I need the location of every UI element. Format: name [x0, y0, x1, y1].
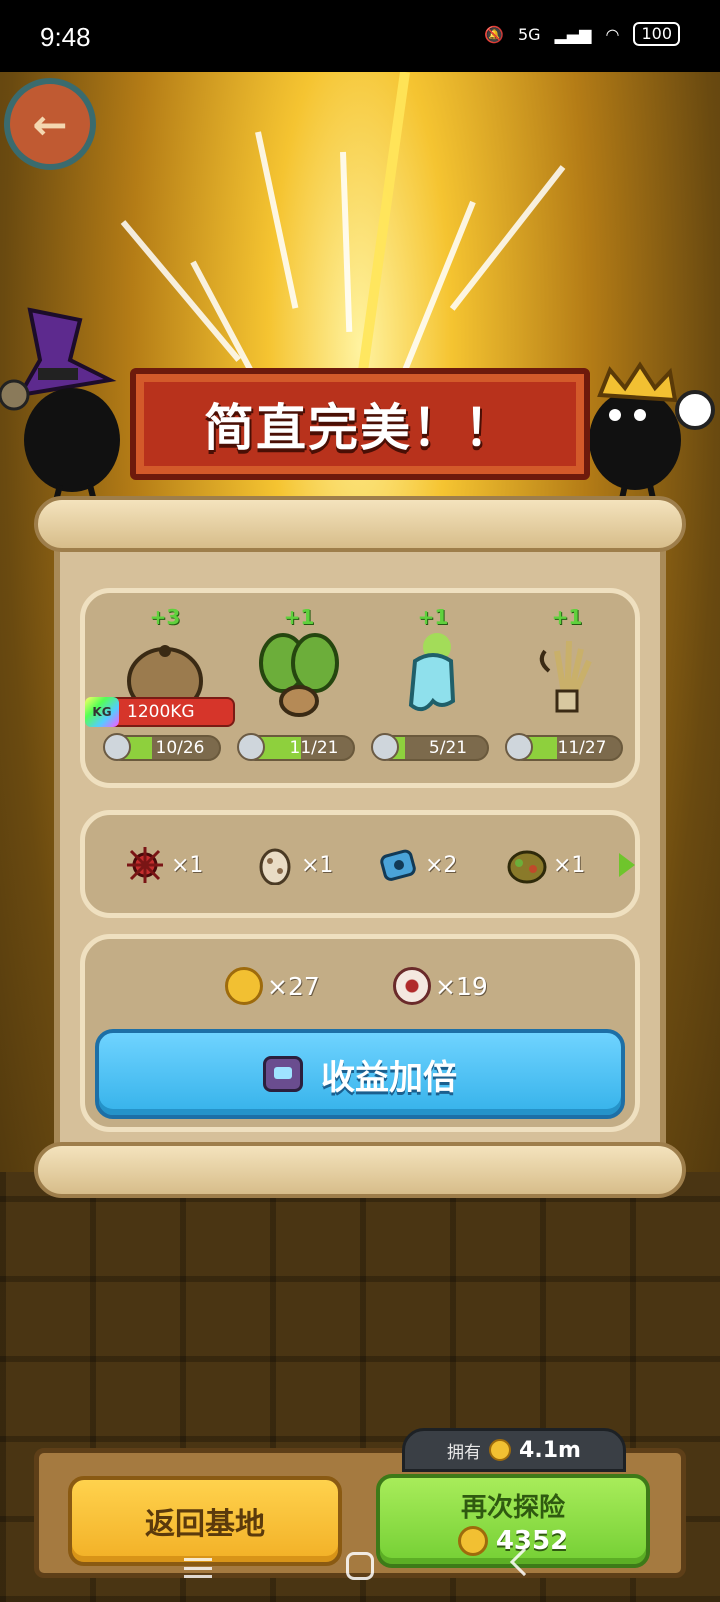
light-ray — [340, 151, 353, 332]
back-button[interactable]: ← — [4, 78, 96, 170]
status-icons: 🔕 5G ▂▄▆ ◠ 100 — [484, 22, 680, 46]
weight-value: 1200KG — [127, 702, 195, 722]
cactus-mandrake-icon — [259, 633, 339, 717]
double-rewards-button[interactable]: 收益加倍 — [95, 1029, 625, 1119]
ghost-radish-icon — [408, 633, 456, 712]
witch-hat-beetle-character — [0, 307, 120, 506]
reward-qty: ×27 — [267, 971, 320, 1001]
dropped-items-card: ×1 ×1 ×2 ×1 — [80, 810, 640, 918]
light-ray — [358, 72, 410, 370]
item-slot[interactable]: ×1 — [253, 845, 333, 885]
reward-slot: ×19 — [393, 967, 488, 1005]
eyeball-icon — [393, 967, 431, 1005]
explore-again-label: 再次探险 — [460, 1492, 565, 1523]
status-time: 9:48 — [40, 22, 91, 52]
item-qty: ×1 — [301, 852, 334, 878]
plant-count: 10/26 — [155, 738, 205, 758]
arrow-left-icon: ← — [32, 99, 68, 149]
plant-slot[interactable]: +1 11/27 — [505, 605, 629, 785]
banner-title: 简直完美！！ — [204, 399, 516, 457]
plant-bonus: +3 — [149, 605, 181, 629]
scroll-bottom-rod — [34, 1142, 686, 1198]
return-to-base-label: 返回基地 — [145, 1507, 265, 1542]
network-label: 5G — [517, 24, 541, 44]
blue-gear-ore-icon — [380, 849, 416, 881]
balance-value: 4.1m — [519, 1437, 581, 1463]
next-arrow-icon[interactable] — [619, 853, 635, 877]
rewards-card: ×27 ×19 收益加倍 — [80, 934, 640, 1132]
skull-icon — [103, 733, 131, 761]
item-qty: ×1 — [553, 852, 586, 878]
scroll-top-rod — [34, 496, 686, 552]
spiky-red-mite-icon — [127, 847, 163, 883]
plant-slot[interactable]: +1 5/21 — [371, 605, 495, 785]
balance-label: 拥有 — [447, 1442, 482, 1463]
plant-bonus: +1 — [551, 605, 583, 629]
kg-icon: KG — [85, 697, 119, 727]
gold-coin-icon — [225, 967, 263, 1005]
item-slot[interactable]: ×2 — [377, 845, 457, 885]
coin-balance: 拥有 4.1m — [402, 1428, 626, 1472]
wheat-bundle-icon — [539, 640, 592, 713]
speckled-egg-icon — [259, 848, 291, 885]
reward-qty: ×19 — [435, 971, 488, 1001]
item-slot[interactable]: ×1 — [505, 845, 585, 885]
wifi-icon: ◠ — [605, 24, 620, 44]
light-ray — [402, 200, 476, 371]
plant-count: 5/21 — [428, 738, 468, 758]
plant-slot[interactable]: +3 KG 1200KG 10/26 — [85, 605, 235, 785]
light-ray — [255, 131, 299, 309]
mute-icon: 🔕 — [484, 24, 504, 44]
item-qty: ×2 — [425, 852, 458, 878]
status-bar: 9:48 🔕 5G ▂▄▆ ◠ 100 — [0, 0, 720, 72]
system-nav-bar — [0, 1540, 720, 1602]
plant-bonus: +1 — [417, 605, 449, 629]
harvested-plants-card: +3 KG 1200KG 10/26 +1 11/21 +1 5/21 +1 1… — [80, 588, 640, 788]
plant-bonus: +1 — [283, 605, 315, 629]
back-icon[interactable] — [509, 1547, 539, 1577]
plant-count: 11/21 — [289, 738, 339, 758]
weight-badge: KG 1200KG — [85, 697, 235, 727]
plant-slot[interactable]: +1 11/21 — [237, 605, 361, 785]
result-banner: 简直完美！！ — [130, 368, 590, 480]
light-ray — [449, 165, 566, 311]
plant-count: 11/27 — [557, 738, 607, 758]
skull-icon — [371, 733, 399, 761]
skull-icon — [237, 733, 265, 761]
skull-icon — [505, 733, 533, 761]
item-slot[interactable]: ×1 — [123, 845, 203, 885]
coin-icon — [489, 1439, 512, 1461]
double-rewards-label: 收益加倍 — [321, 1057, 457, 1098]
signal-icon: ▂▄▆ — [554, 24, 592, 44]
home-icon[interactable] — [346, 1552, 374, 1580]
tv-ad-icon — [263, 1056, 303, 1092]
reward-slot: ×27 — [225, 967, 320, 1005]
mossy-rock-icon — [507, 850, 547, 884]
menu-icon[interactable] — [184, 1558, 212, 1578]
item-qty: ×1 — [171, 852, 204, 878]
battery-icon: 100 — [633, 22, 680, 46]
crowned-beetle-character — [589, 361, 715, 509]
